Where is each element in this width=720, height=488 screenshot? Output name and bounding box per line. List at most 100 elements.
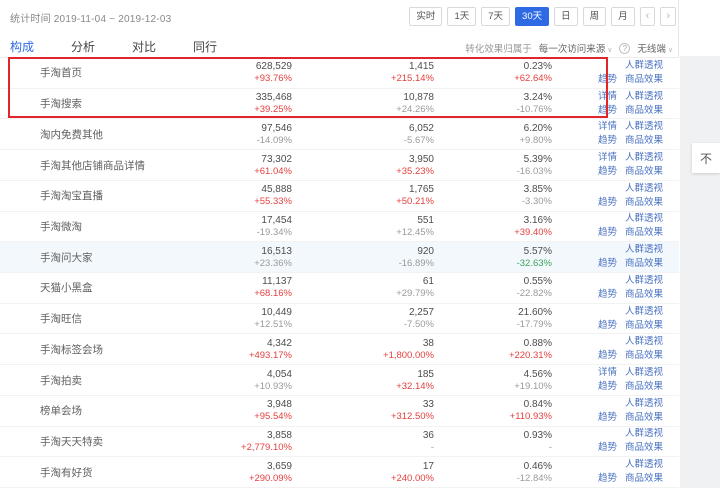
table-row: 天猫小黑盒 11,137 +68.16% 61 +29.79% 0.55% -2… <box>0 273 679 304</box>
metric-value: 551 <box>292 214 434 227</box>
action-link-trend[interactable]: 趋势 <box>598 442 617 454</box>
action-link-trend[interactable]: 趋势 <box>598 105 617 117</box>
action-link-audience-insight[interactable]: 人群透视 <box>625 91 663 103</box>
attribution-select[interactable]: 每一次访问来源∨ <box>539 41 613 55</box>
action-link-trend[interactable]: 趋势 <box>598 381 617 393</box>
metric-value: 185 <box>292 368 434 381</box>
time-range-group: 实时 1天 7天 30天日周月 ‹› <box>409 7 676 26</box>
metric-value: 1,765 <box>292 183 434 196</box>
action-link-detail[interactable]: 详情 <box>598 152 617 164</box>
action-link-product-effect[interactable]: 商品效果 <box>625 197 663 209</box>
metric-delta: -32.63% <box>434 258 552 270</box>
action-link-product-effect[interactable]: 商品效果 <box>625 258 663 270</box>
action-link-audience-insight[interactable]: 人群透视 <box>625 121 663 133</box>
action-link-audience-insight[interactable]: 人群透视 <box>625 336 663 348</box>
tab-composition[interactable]: 构成 <box>10 38 34 55</box>
date-range: 2019-11-04 ~ 2019-12-03 <box>54 14 172 25</box>
visitors-cell: 10,449 +12.51% <box>190 304 292 334</box>
action-link-trend[interactable]: 趋势 <box>598 258 617 270</box>
buyers-cell: 10,878 +24.26% <box>292 89 434 119</box>
metric-delta: -16.89% <box>292 258 434 270</box>
channel-name: 手淘拍卖 <box>0 365 190 395</box>
action-link-product-effect[interactable]: 商品效果 <box>625 227 663 239</box>
time-range-button-realtime[interactable]: 实时 <box>409 7 442 26</box>
time-range-button-1d[interactable]: 1天 <box>447 7 476 26</box>
action-link-trend[interactable]: 趋势 <box>598 135 617 147</box>
metric-value: 5.39% <box>434 153 552 166</box>
tab-analysis[interactable]: 分析 <box>71 38 95 55</box>
actions-cell: 人群透视 趋势商品效果 <box>552 396 679 426</box>
action-link-product-effect[interactable]: 商品效果 <box>625 135 663 147</box>
time-range-button-30d[interactable]: 30天 <box>515 7 549 26</box>
action-link-audience-insight[interactable]: 人群透视 <box>625 306 663 318</box>
action-link-detail[interactable]: 详情 <box>598 367 617 379</box>
action-link-trend[interactable]: 趋势 <box>598 227 617 239</box>
action-link-audience-insight[interactable]: 人群透视 <box>625 459 663 471</box>
action-link-trend[interactable]: 趋势 <box>598 350 617 362</box>
action-link-product-effect[interactable]: 商品效果 <box>625 412 663 424</box>
buyers-cell: 61 +29.79% <box>292 273 434 303</box>
terminal-select[interactable]: 无线端∨ <box>637 41 673 55</box>
tab-peers[interactable]: 同行 <box>193 38 217 55</box>
action-link-audience-insight[interactable]: 人群透视 <box>625 275 663 287</box>
action-link-product-effect[interactable]: 商品效果 <box>625 350 663 362</box>
action-link-product-effect[interactable]: 商品效果 <box>625 320 663 332</box>
time-range-button-week[interactable]: 周 <box>583 7 607 26</box>
action-link-trend[interactable]: 趋势 <box>598 320 617 332</box>
action-link-audience-insight[interactable]: 人群透视 <box>625 367 663 379</box>
metric-delta: -12.84% <box>434 473 552 485</box>
metric-value: 5.57% <box>434 245 552 258</box>
action-link-trend[interactable]: 趋势 <box>598 473 617 485</box>
channel-name: 手淘淘宝直播 <box>0 181 190 211</box>
action-link-audience-insight[interactable]: 人群透视 <box>625 183 663 195</box>
action-link-trend[interactable]: 趋势 <box>598 197 617 209</box>
next-period-button[interactable]: › <box>660 7 676 26</box>
action-link-product-effect[interactable]: 商品效果 <box>625 74 663 86</box>
action-link-trend[interactable]: 趋势 <box>598 289 617 301</box>
prev-period-button[interactable]: ‹ <box>640 7 656 26</box>
time-range-button-day[interactable]: 日 <box>554 7 578 26</box>
actions-cell: 人群透视 趋势商品效果 <box>552 427 679 457</box>
metric-delta: +215.14% <box>292 73 434 85</box>
attribution-select-value: 每一次访问来源 <box>539 44 606 55</box>
feedback-tab[interactable]: 不 <box>692 143 720 173</box>
actions-cell: 人群透视 趋势商品效果 <box>552 304 679 334</box>
filter-bar: 转化效果归属于 每一次访问来源∨ ? 无线端∨ <box>465 41 673 55</box>
action-link-audience-insight[interactable]: 人群透视 <box>625 428 663 440</box>
time-range-button-7d[interactable]: 7天 <box>481 7 510 26</box>
action-link-audience-insight[interactable]: 人群透视 <box>625 60 663 72</box>
action-link-detail[interactable]: 详情 <box>598 91 617 103</box>
metric-delta: - <box>434 442 552 454</box>
metric-delta: +110.93% <box>434 411 552 423</box>
action-link-audience-insight[interactable]: 人群透视 <box>625 152 663 164</box>
conversion-cell: 0.84% +110.93% <box>434 396 552 426</box>
buyers-cell: 185 +32.14% <box>292 365 434 395</box>
action-link-product-effect[interactable]: 商品效果 <box>625 381 663 393</box>
actions-cell: 详情人群透视 趋势商品效果 <box>552 119 679 149</box>
action-link-detail[interactable]: 详情 <box>598 121 617 133</box>
metric-value: 4.56% <box>434 368 552 381</box>
right-gutter: 不 <box>680 56 720 488</box>
metric-delta: +55.33% <box>190 196 292 208</box>
action-link-audience-insight[interactable]: 人群透视 <box>625 213 663 225</box>
action-link-trend[interactable]: 趋势 <box>598 412 617 424</box>
action-link-audience-insight[interactable]: 人群透视 <box>625 244 663 256</box>
action-link-trend[interactable]: 趋势 <box>598 166 617 178</box>
action-link-product-effect[interactable]: 商品效果 <box>625 166 663 178</box>
metric-delta: -17.79% <box>434 319 552 331</box>
metric-value: 17,454 <box>190 214 292 227</box>
time-range-button-month[interactable]: 月 <box>611 7 635 26</box>
channel-name: 手淘搜索 <box>0 89 190 119</box>
action-link-product-effect[interactable]: 商品效果 <box>625 473 663 485</box>
action-link-product-effect[interactable]: 商品效果 <box>625 442 663 454</box>
action-link-product-effect[interactable]: 商品效果 <box>625 105 663 117</box>
conversion-cell: 0.46% -12.84% <box>434 457 552 487</box>
table-row: 手淘旺信 10,449 +12.51% 2,257 -7.50% 21.60% … <box>0 304 679 335</box>
table-row: 手淘标签会场 4,342 +493.17% 38 +1,800.00% 0.88… <box>0 334 679 365</box>
action-link-audience-insight[interactable]: 人群透视 <box>625 398 663 410</box>
tab-compare[interactable]: 对比 <box>132 38 156 55</box>
action-link-trend[interactable]: 趋势 <box>598 74 617 86</box>
metric-delta: +95.54% <box>190 411 292 423</box>
action-link-product-effect[interactable]: 商品效果 <box>625 289 663 301</box>
info-icon[interactable]: ? <box>619 43 630 54</box>
